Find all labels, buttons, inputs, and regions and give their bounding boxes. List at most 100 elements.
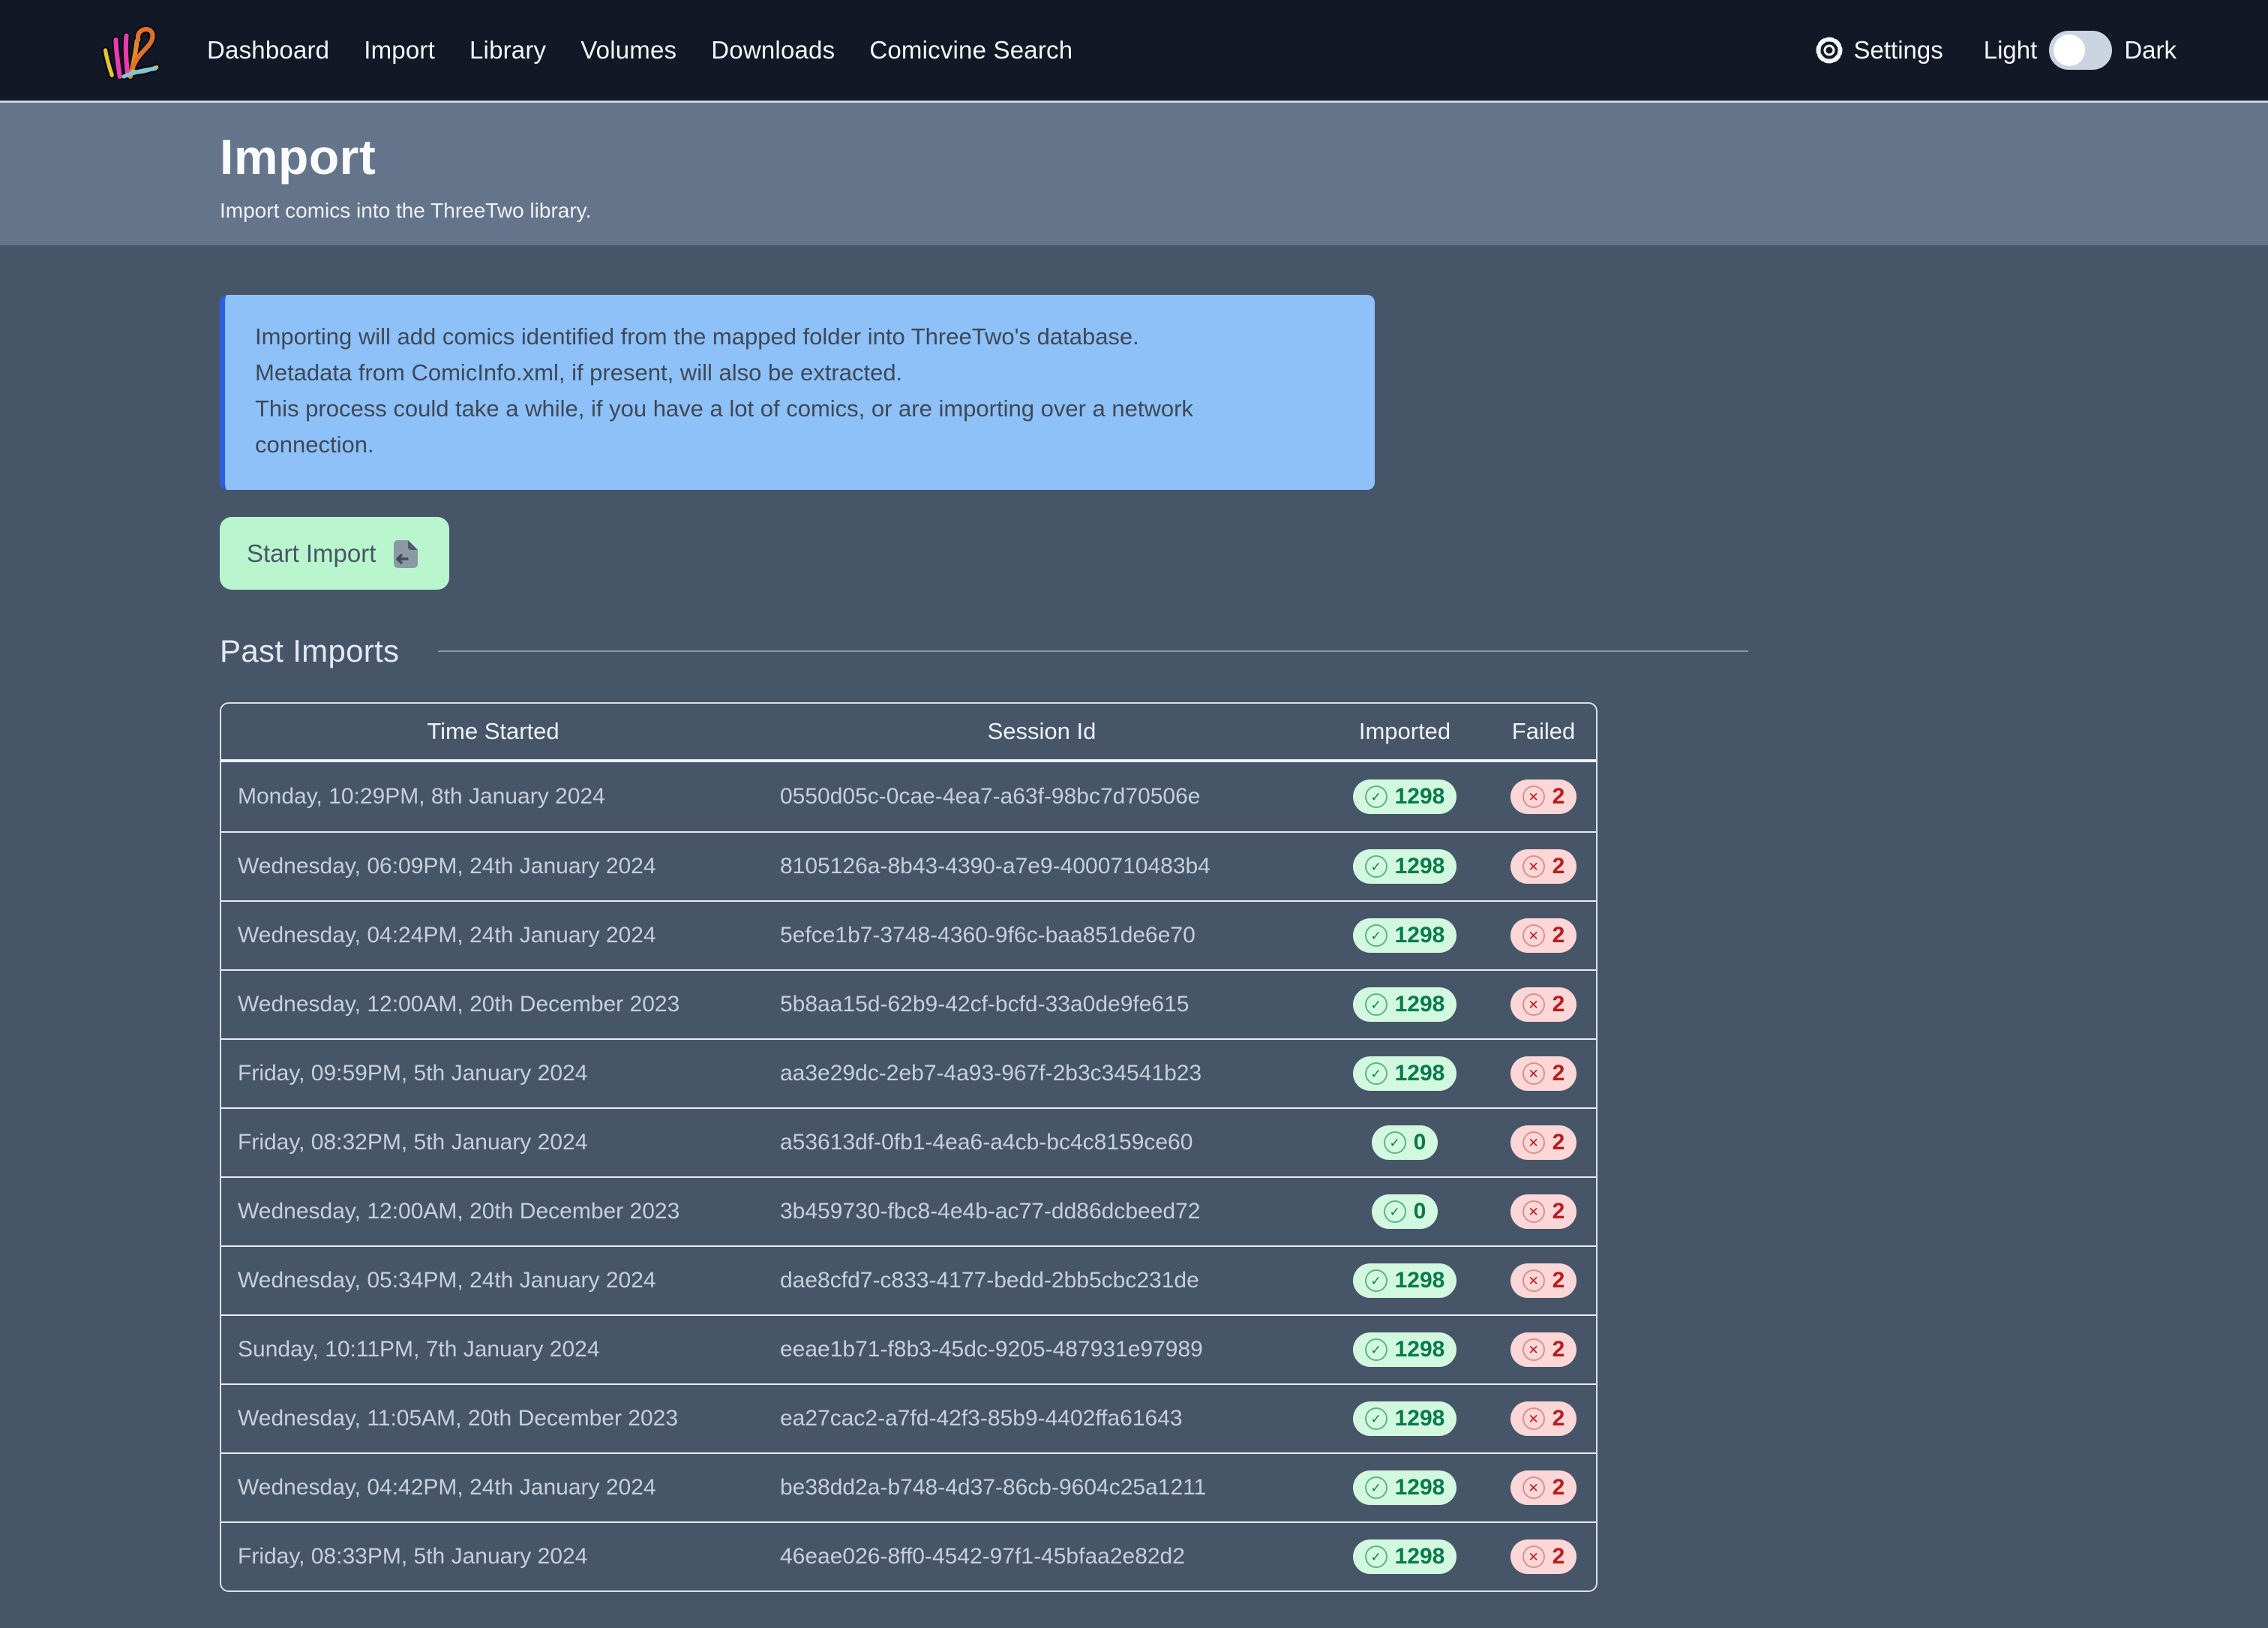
table-row[interactable]: Wednesday, 06:09PM, 24th January 2024 81… bbox=[221, 831, 1596, 900]
check-circle-icon: ✓ bbox=[1365, 785, 1388, 808]
theme-dark-label: Dark bbox=[2124, 36, 2176, 65]
imported-count: 1298 bbox=[1395, 1268, 1445, 1293]
session-id-cell: 5b8aa15d-62b9-42cf-bcfd-33a0de9fe615 bbox=[765, 992, 1318, 1017]
imported-badge: ✓ 1298 bbox=[1353, 779, 1457, 814]
imported-badge: ✓ 1298 bbox=[1353, 1056, 1457, 1091]
gear-icon bbox=[1814, 35, 1845, 66]
x-circle-icon: ✕ bbox=[1522, 1131, 1545, 1154]
failed-count: 2 bbox=[1552, 784, 1565, 809]
time-started-cell: Friday, 09:59PM, 5th January 2024 bbox=[221, 1061, 765, 1086]
table-row[interactable]: Wednesday, 12:00AM, 20th December 2023 5… bbox=[221, 969, 1596, 1038]
x-circle-icon: ✕ bbox=[1522, 993, 1545, 1016]
time-started-cell: Wednesday, 04:42PM, 24th January 2024 bbox=[221, 1475, 765, 1500]
time-started-cell: Friday, 08:32PM, 5th January 2024 bbox=[221, 1130, 765, 1155]
threetwo-logo[interactable] bbox=[98, 11, 160, 89]
x-circle-icon: ✕ bbox=[1522, 1476, 1545, 1499]
imported-badge: ✓ 1298 bbox=[1353, 1401, 1457, 1436]
failed-badge: ✕ 2 bbox=[1510, 1539, 1577, 1574]
table-header-row: Time Started Session Id Imported Failed bbox=[221, 704, 1596, 762]
check-circle-icon: ✓ bbox=[1384, 1200, 1406, 1223]
table-row[interactable]: Friday, 09:59PM, 5th January 2024 aa3e29… bbox=[221, 1038, 1596, 1107]
session-id-cell: 46eae026-8ff0-4542-97f1-45bfaa2e82d2 bbox=[765, 1544, 1318, 1569]
page-title: Import bbox=[220, 128, 2268, 185]
failed-badge: ✕ 2 bbox=[1510, 1263, 1577, 1298]
x-circle-icon: ✕ bbox=[1522, 924, 1545, 947]
nav-item-volumes[interactable]: Volumes bbox=[580, 36, 676, 64]
failed-count: 2 bbox=[1552, 1544, 1565, 1569]
nav-item-import[interactable]: Import bbox=[364, 36, 435, 64]
failed-count: 2 bbox=[1552, 923, 1565, 948]
failed-count: 2 bbox=[1552, 992, 1565, 1017]
imported-count: 1298 bbox=[1395, 1337, 1445, 1362]
theme-toggle[interactable] bbox=[2049, 31, 2112, 70]
time-started-cell: Wednesday, 05:34PM, 24th January 2024 bbox=[221, 1268, 765, 1293]
table-row[interactable]: Wednesday, 04:24PM, 24th January 2024 5e… bbox=[221, 900, 1596, 969]
past-imports-table: Time Started Session Id Imported Failed … bbox=[220, 702, 1598, 1592]
session-id-cell: 8105126a-8b43-4390-a7e9-4000710483b4 bbox=[765, 854, 1318, 879]
start-import-button[interactable]: Start Import bbox=[220, 517, 449, 590]
info-line: Importing will add comics identified fro… bbox=[255, 319, 1282, 355]
imported-badge: ✓ 0 bbox=[1372, 1125, 1438, 1160]
x-circle-icon: ✕ bbox=[1522, 785, 1545, 808]
session-id-cell: dae8cfd7-c833-4177-bedd-2bb5cbc231de bbox=[765, 1268, 1318, 1293]
imported-count: 1298 bbox=[1395, 784, 1445, 809]
failed-badge: ✕ 2 bbox=[1510, 779, 1577, 814]
time-started-cell: Wednesday, 04:24PM, 24th January 2024 bbox=[221, 923, 765, 948]
failed-count: 2 bbox=[1552, 1199, 1565, 1224]
nav-item-dashboard[interactable]: Dashboard bbox=[207, 36, 329, 64]
nav-item-library[interactable]: Library bbox=[470, 36, 546, 64]
page-header: Import Import comics into the ThreeTwo l… bbox=[0, 103, 2268, 245]
time-started-cell: Wednesday, 06:09PM, 24th January 2024 bbox=[221, 854, 765, 879]
failed-count: 2 bbox=[1552, 1337, 1565, 1362]
theme-light-label: Light bbox=[1984, 36, 2038, 65]
theme-switcher: Light Dark bbox=[1984, 31, 2176, 70]
imported-badge: ✓ 1298 bbox=[1353, 918, 1457, 953]
settings-button[interactable]: Settings bbox=[1814, 35, 1943, 66]
info-line: Metadata from ComicInfo.xml, if present,… bbox=[255, 355, 1282, 391]
table-row[interactable]: Sunday, 10:11PM, 7th January 2024 eeae1b… bbox=[221, 1314, 1596, 1383]
file-import-icon bbox=[388, 536, 422, 571]
check-circle-icon: ✓ bbox=[1365, 1545, 1388, 1568]
table-row[interactable]: Wednesday, 04:42PM, 24th January 2024 be… bbox=[221, 1452, 1596, 1521]
check-circle-icon: ✓ bbox=[1365, 855, 1388, 878]
imported-badge: ✓ 1298 bbox=[1353, 1332, 1457, 1367]
imported-count: 1298 bbox=[1395, 1544, 1445, 1569]
table-row[interactable]: Friday, 08:33PM, 5th January 2024 46eae0… bbox=[221, 1521, 1596, 1590]
session-id-cell: ea27cac2-a7fd-42f3-85b9-4402ffa61643 bbox=[765, 1406, 1318, 1431]
col-time-started: Time Started bbox=[221, 718, 765, 745]
x-circle-icon: ✕ bbox=[1522, 1338, 1545, 1361]
check-circle-icon: ✓ bbox=[1365, 1062, 1388, 1085]
failed-badge: ✕ 2 bbox=[1510, 849, 1577, 884]
failed-badge: ✕ 2 bbox=[1510, 987, 1577, 1022]
time-started-cell: Wednesday, 11:05AM, 20th December 2023 bbox=[221, 1406, 765, 1431]
failed-count: 2 bbox=[1552, 1475, 1565, 1500]
failed-badge: ✕ 2 bbox=[1510, 1125, 1577, 1160]
failed-count: 2 bbox=[1552, 854, 1565, 879]
theme-toggle-knob bbox=[2054, 35, 2085, 66]
session-id-cell: 3b459730-fbc8-4e4b-ac77-dd86dcbeed72 bbox=[765, 1199, 1318, 1224]
table-row[interactable]: Friday, 08:32PM, 5th January 2024 a53613… bbox=[221, 1107, 1596, 1176]
imported-count: 1298 bbox=[1395, 992, 1445, 1017]
table-row[interactable]: Wednesday, 05:34PM, 24th January 2024 da… bbox=[221, 1245, 1596, 1314]
imported-count: 0 bbox=[1414, 1130, 1426, 1155]
failed-badge: ✕ 2 bbox=[1510, 1332, 1577, 1367]
nav-item-comicvine-search[interactable]: Comicvine Search bbox=[869, 36, 1072, 64]
session-id-cell: 0550d05c-0cae-4ea7-a63f-98bc7d70506e bbox=[765, 784, 1318, 809]
nav-item-downloads[interactable]: Downloads bbox=[711, 36, 835, 64]
session-id-cell: be38dd2a-b748-4d37-86cb-9604c25a1211 bbox=[765, 1475, 1318, 1500]
imported-badge: ✓ 1298 bbox=[1353, 849, 1457, 884]
failed-count: 2 bbox=[1552, 1061, 1565, 1086]
table-row[interactable]: Wednesday, 12:00AM, 20th December 2023 3… bbox=[221, 1176, 1596, 1245]
table-row[interactable]: Monday, 10:29PM, 8th January 2024 0550d0… bbox=[221, 762, 1596, 831]
x-circle-icon: ✕ bbox=[1522, 1545, 1545, 1568]
x-circle-icon: ✕ bbox=[1522, 1062, 1545, 1085]
failed-count: 2 bbox=[1552, 1268, 1565, 1293]
main-content: Importing will add comics identified fro… bbox=[0, 245, 2268, 1628]
time-started-cell: Friday, 08:33PM, 5th January 2024 bbox=[221, 1544, 765, 1569]
table-row[interactable]: Wednesday, 11:05AM, 20th December 2023 e… bbox=[221, 1383, 1596, 1452]
imported-count: 1298 bbox=[1395, 923, 1445, 948]
x-circle-icon: ✕ bbox=[1522, 1200, 1545, 1223]
col-session-id: Session Id bbox=[765, 718, 1318, 745]
time-started-cell: Sunday, 10:11PM, 7th January 2024 bbox=[221, 1337, 765, 1362]
check-circle-icon: ✓ bbox=[1365, 1269, 1388, 1292]
